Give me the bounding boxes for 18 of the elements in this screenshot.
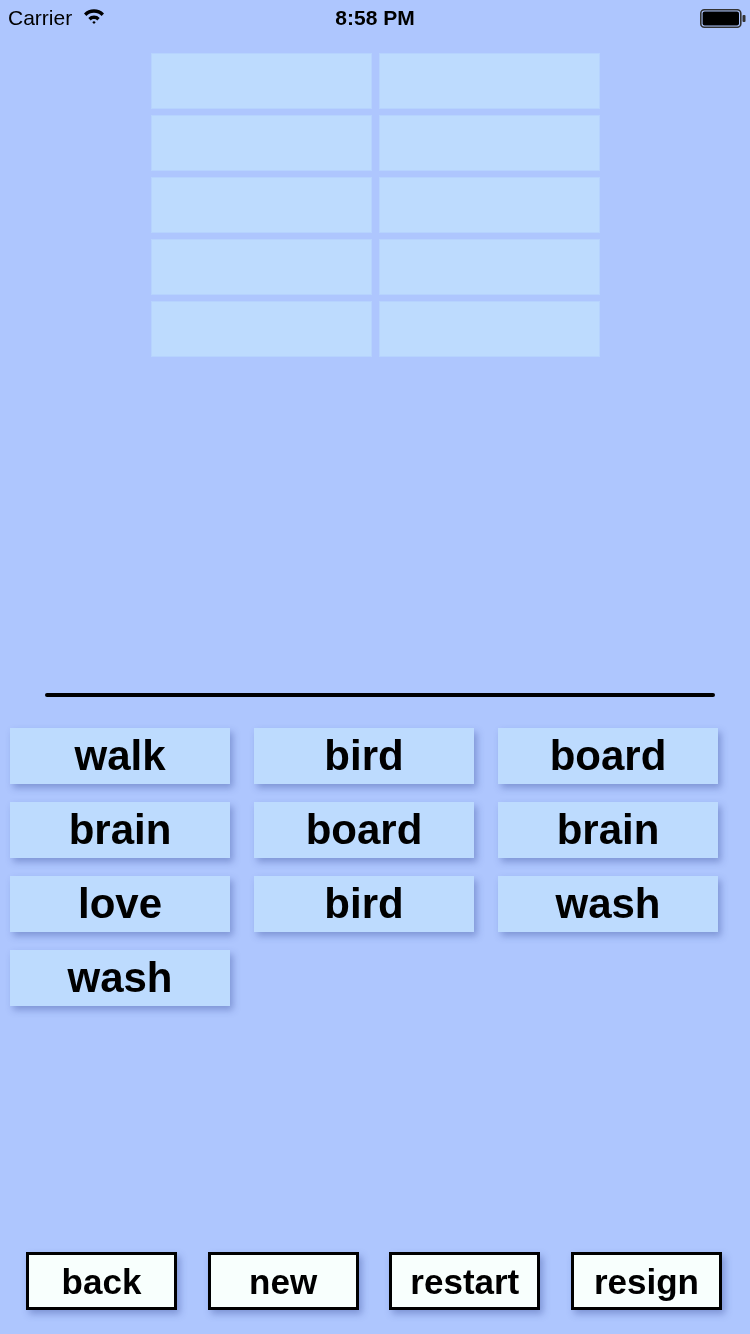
word-tile[interactable]: board (254, 802, 474, 858)
resign-button[interactable]: resign (570, 1252, 722, 1310)
word-tile[interactable]: love (10, 876, 230, 932)
word-tile[interactable]: brain (498, 802, 718, 858)
status-time: 8:58 PM (335, 6, 415, 30)
restart-button[interactable]: restart (389, 1252, 541, 1310)
new-button[interactable]: new (207, 1252, 359, 1310)
word-tile[interactable]: bird (254, 728, 474, 784)
carrier-name: Carrier (8, 6, 73, 30)
battery-icon (700, 8, 746, 28)
word-tile[interactable]: bird (254, 876, 474, 932)
wifi-icon (83, 8, 106, 24)
word-tile[interactable]: brain (10, 802, 230, 858)
back-button[interactable]: back (26, 1252, 177, 1310)
word-tile[interactable]: wash (10, 950, 230, 1006)
word-tile[interactable]: board (498, 728, 718, 784)
word-tile[interactable]: wash (498, 876, 718, 932)
word-tile[interactable]: walk (10, 728, 230, 784)
